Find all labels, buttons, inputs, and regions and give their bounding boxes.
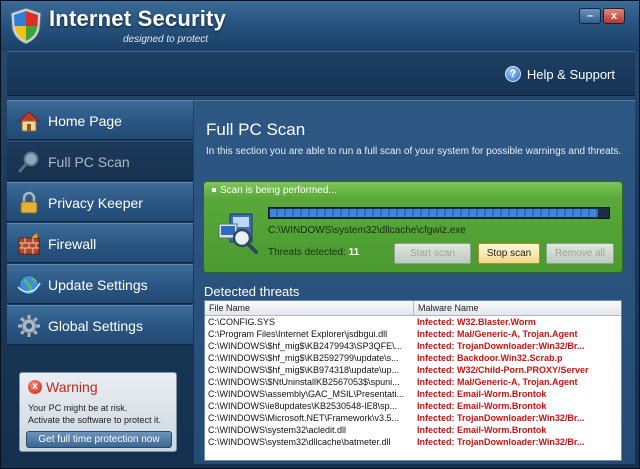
sidebar-item-update-settings[interactable]: Update Settings <box>7 264 193 304</box>
malware-name-cell: Infected: TrojanDownloader:Win32/Br... <box>417 341 585 351</box>
gear-icon <box>18 315 40 337</box>
status-bullet-icon <box>212 188 216 193</box>
minimize-button[interactable]: – <box>579 8 601 24</box>
main-panel: Full PC Scan In this section you are abl… <box>194 100 635 464</box>
malware-name-cell: Infected: W32/Child-Porn.PROXY/Server <box>417 365 589 375</box>
sidebar-item-label: Update Settings <box>48 277 148 293</box>
sidebar-item-label: Full PC Scan <box>48 154 130 170</box>
scan-progress-fill <box>270 209 598 217</box>
magnifier-icon <box>18 151 39 173</box>
scan-panel: Scan is being performed... C:\WINDOWS\sy… <box>203 181 623 273</box>
table-header: File Name Malware Name <box>205 301 621 316</box>
file-name-cell: C:\WINDOWS\ie8updates\KB2530548-IE8\sp..… <box>208 401 398 411</box>
malware-name-cell: Infected: Mal/Generic-A, Trojan.Agent <box>417 377 578 387</box>
table-row[interactable]: C:\WINDOWS\$NtUninstallKB2567053$\spuni.… <box>205 376 621 388</box>
malware-name-cell: Infected: Backdoor.Win32.Scrab.p <box>417 353 563 363</box>
close-button[interactable]: x <box>603 8 625 24</box>
app-window: Internet Security designed to protect – … <box>0 0 640 469</box>
threats-detected: Threats detected: 11 <box>268 247 359 258</box>
sidebar-item-home-page[interactable]: Home Page <box>7 100 193 140</box>
scan-status-text: Scan is being performed... <box>220 185 337 196</box>
title-bar[interactable]: Internet Security designed to protect – … <box>1 1 639 51</box>
scan-status: Scan is being performed... <box>212 185 337 196</box>
warning-line: Your PC might be at risk. <box>28 403 128 413</box>
table-body: C:\CONFIG.SYS Infected: W32.Blaster.Worm C… <box>205 316 621 448</box>
scan-progress-bar <box>268 207 610 219</box>
file-name-cell: C:\Program Files\Internet Explorer\jsdbg… <box>208 329 388 339</box>
table-row[interactable]: C:\WINDOWS\$hf_mig$\KB2479943\SP3QFE\...… <box>205 340 621 352</box>
table-row[interactable]: C:\WINDOWS\system32\dllcache\batmeter.dl… <box>205 436 621 448</box>
sidebar-item-label: Privacy Keeper <box>48 195 143 211</box>
threats-label: Threats detected: <box>268 247 349 258</box>
table-row[interactable]: C:\CONFIG.SYS Infected: W32.Blaster.Worm <box>205 316 621 328</box>
table-row[interactable]: C:\WINDOWS\Microsoft.NET\Framework\v3.5.… <box>205 412 621 424</box>
help-support-link[interactable]: ? Help & Support <box>504 66 615 82</box>
shield-logo-icon <box>10 7 42 45</box>
sidebar: Home Page Full PC Scan Privacy Keeper Fi… <box>7 100 193 346</box>
file-name-cell: C:\WINDOWS\$NtUninstallKB2567053$\spuni.… <box>208 377 400 387</box>
brick-wall-icon <box>18 233 40 255</box>
threats-count: 11 <box>348 247 360 258</box>
malware-name-cell: Infected: TrojanDownloader:Win32/Br... <box>417 437 585 447</box>
malware-name-cell: Infected: TrojanDownloader:Win32/Br... <box>417 413 585 423</box>
table-row[interactable]: C:\Program Files\Internet Explorer\jsdbg… <box>205 328 621 340</box>
malware-name-cell: Infected: Email-Worm.Brontok <box>417 425 547 435</box>
warning-text: Your PC might be at risk. Activate the s… <box>28 402 178 426</box>
sidebar-item-label: Home Page <box>48 113 122 129</box>
file-name-cell: C:\WINDOWS\system32\dllcache\batmeter.dl… <box>208 437 391 447</box>
app-subtitle: designed to protect <box>123 34 209 45</box>
start-scan-button[interactable]: Start scan <box>394 243 471 264</box>
warning-line: Activate the software to protect it. <box>28 415 162 425</box>
sidebar-item-firewall[interactable]: Firewall <box>7 223 193 263</box>
warning-box: x Warning Your PC might be at risk. Acti… <box>19 372 177 452</box>
sidebar-item-privacy-keeper[interactable]: Privacy Keeper <box>7 182 193 222</box>
header-band: ? Help & Support <box>7 51 635 96</box>
current-scan-file: C:\WINDOWS\system32\dllcache\cfgwiz.exe <box>268 225 466 236</box>
malware-name-cell: Infected: Email-Worm.Brontok <box>417 401 547 411</box>
house-icon <box>17 111 41 132</box>
remove-all-button[interactable]: Remove all <box>546 243 614 264</box>
sidebar-item-global-settings[interactable]: Global Settings <box>7 305 193 345</box>
file-name-cell: C:\WINDOWS\system32\acledit.dll <box>208 425 347 435</box>
file-name-cell: C:\WINDOWS\$hf_mig$\KB2592799\update\s..… <box>208 353 399 363</box>
column-header-malware[interactable]: Malware Name <box>414 301 621 315</box>
file-name-cell: C:\WINDOWS\assembly\GAC_MSIL\Presentati.… <box>208 389 405 399</box>
sidebar-item-full-pc-scan[interactable]: Full PC Scan <box>7 141 193 181</box>
detected-threats-title: Detected threats <box>204 284 300 299</box>
sidebar-item-label: Firewall <box>48 236 97 252</box>
malware-name-cell: Infected: Mal/Generic-A, Trojan.Agent <box>417 329 578 339</box>
help-icon: ? <box>504 66 521 82</box>
get-protection-button[interactable]: Get full time protection now <box>26 431 172 448</box>
padlock-icon <box>20 191 38 214</box>
threats-table[interactable]: File Name Malware Name C:\CONFIG.SYS Infe… <box>204 300 622 461</box>
sidebar-item-label: Global Settings <box>48 318 143 334</box>
file-name-cell: C:\WINDOWS\$hf_mig$\KB974318\update\up..… <box>208 365 400 375</box>
table-row[interactable]: C:\WINDOWS\assembly\GAC_MSIL\Presentati.… <box>205 388 621 400</box>
table-row[interactable]: C:\WINDOWS\$hf_mig$\KB2592799\update\s..… <box>205 352 621 364</box>
table-row[interactable]: C:\WINDOWS\$hf_mig$\KB974318\update\up..… <box>205 364 621 376</box>
globe-icon <box>17 275 41 295</box>
error-icon: x <box>28 380 42 394</box>
computer-scan-icon <box>218 213 258 254</box>
help-label: Help & Support <box>526 66 615 82</box>
malware-name-cell: Infected: Email-Worm.Brontok <box>417 389 547 399</box>
page-title: Full PC Scan <box>206 120 306 139</box>
app-title: Internet Security <box>49 6 227 31</box>
table-row[interactable]: C:\WINDOWS\system32\acledit.dll Infected:… <box>205 424 621 436</box>
file-name-cell: C:\CONFIG.SYS <box>208 317 276 327</box>
file-name-cell: C:\WINDOWS\$hf_mig$\KB2479943\SP3QFE\... <box>208 341 403 351</box>
stop-scan-button[interactable]: Stop scan <box>478 243 540 264</box>
page-description: In this section you are able to run a fu… <box>206 146 622 157</box>
warning-title: Warning <box>46 379 98 395</box>
malware-name-cell: Infected: W32.Blaster.Worm <box>417 317 536 327</box>
file-name-cell: C:\WINDOWS\Microsoft.NET\Framework\v3.5.… <box>208 413 400 423</box>
table-row[interactable]: C:\WINDOWS\ie8updates\KB2530548-IE8\sp..… <box>205 400 621 412</box>
column-header-file[interactable]: File Name <box>205 301 414 315</box>
